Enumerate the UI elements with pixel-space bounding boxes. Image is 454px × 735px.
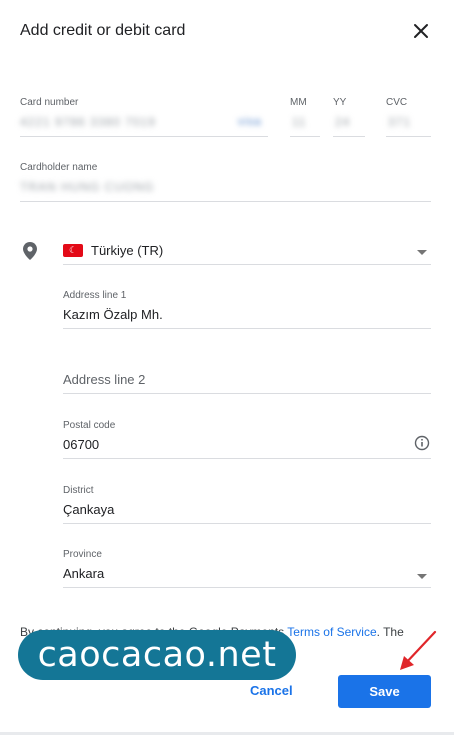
address-line2-underline (63, 393, 431, 394)
annotation-arrow-icon (400, 630, 437, 670)
yy-input[interactable]: 24 (335, 115, 350, 129)
close-button[interactable] (410, 20, 432, 42)
info-icon[interactable] (414, 435, 430, 456)
country-value: Türkiye (TR) (91, 243, 164, 258)
chevron-down-icon (417, 250, 427, 255)
address-line2-input[interactable]: Address line 2 (63, 372, 145, 387)
card-number-label: Card number (20, 97, 79, 108)
mm-underline (290, 136, 320, 137)
card-brand-logo: visa (238, 116, 262, 128)
postal-code-label: Postal code (63, 420, 116, 431)
mm-input[interactable]: 11 (292, 115, 306, 129)
watermark-overlay: caocacao.net (18, 630, 296, 680)
location-pin-icon (22, 241, 38, 266)
card-number-input[interactable]: 4221 9786 3380 7019 (20, 115, 156, 129)
cardholder-input[interactable]: TRAN HUNG CUONG (20, 180, 154, 194)
close-icon (414, 24, 428, 38)
card-number-underline (20, 136, 268, 137)
postal-code-underline (63, 458, 431, 459)
address-line1-underline (63, 328, 431, 329)
district-input[interactable]: Çankaya (63, 502, 114, 517)
chevron-down-icon (417, 574, 427, 579)
yy-label: YY (333, 97, 347, 108)
mm-label: MM (290, 97, 307, 108)
province-value: Ankara (63, 566, 105, 581)
cardholder-underline (20, 201, 431, 202)
country-underline (63, 264, 431, 265)
province-select[interactable]: Ankara (63, 564, 431, 588)
cvc-label: CVC (386, 97, 408, 108)
address-line1-input[interactable]: Kazım Özalp Mh. (63, 307, 163, 322)
country-select[interactable]: ☾ Türkiye (TR) (63, 240, 431, 265)
cardholder-label: Cardholder name (20, 162, 98, 173)
cvc-underline (386, 136, 431, 137)
province-underline (63, 587, 431, 588)
postal-code-input[interactable]: 06700 (63, 437, 99, 452)
terms-of-service-link[interactable]: Terms of Service (287, 625, 376, 639)
cancel-button[interactable]: Cancel (250, 683, 293, 698)
cvc-input[interactable]: 371 (388, 115, 411, 129)
district-underline (63, 523, 431, 524)
turkey-flag-icon: ☾ (63, 244, 83, 257)
yy-underline (333, 136, 365, 137)
address-line1-label: Address line 1 (63, 290, 127, 301)
save-button[interactable]: Save (338, 675, 431, 708)
province-label: Province (63, 549, 102, 560)
district-label: District (63, 485, 94, 496)
dialog-title: Add credit or debit card (20, 22, 186, 39)
